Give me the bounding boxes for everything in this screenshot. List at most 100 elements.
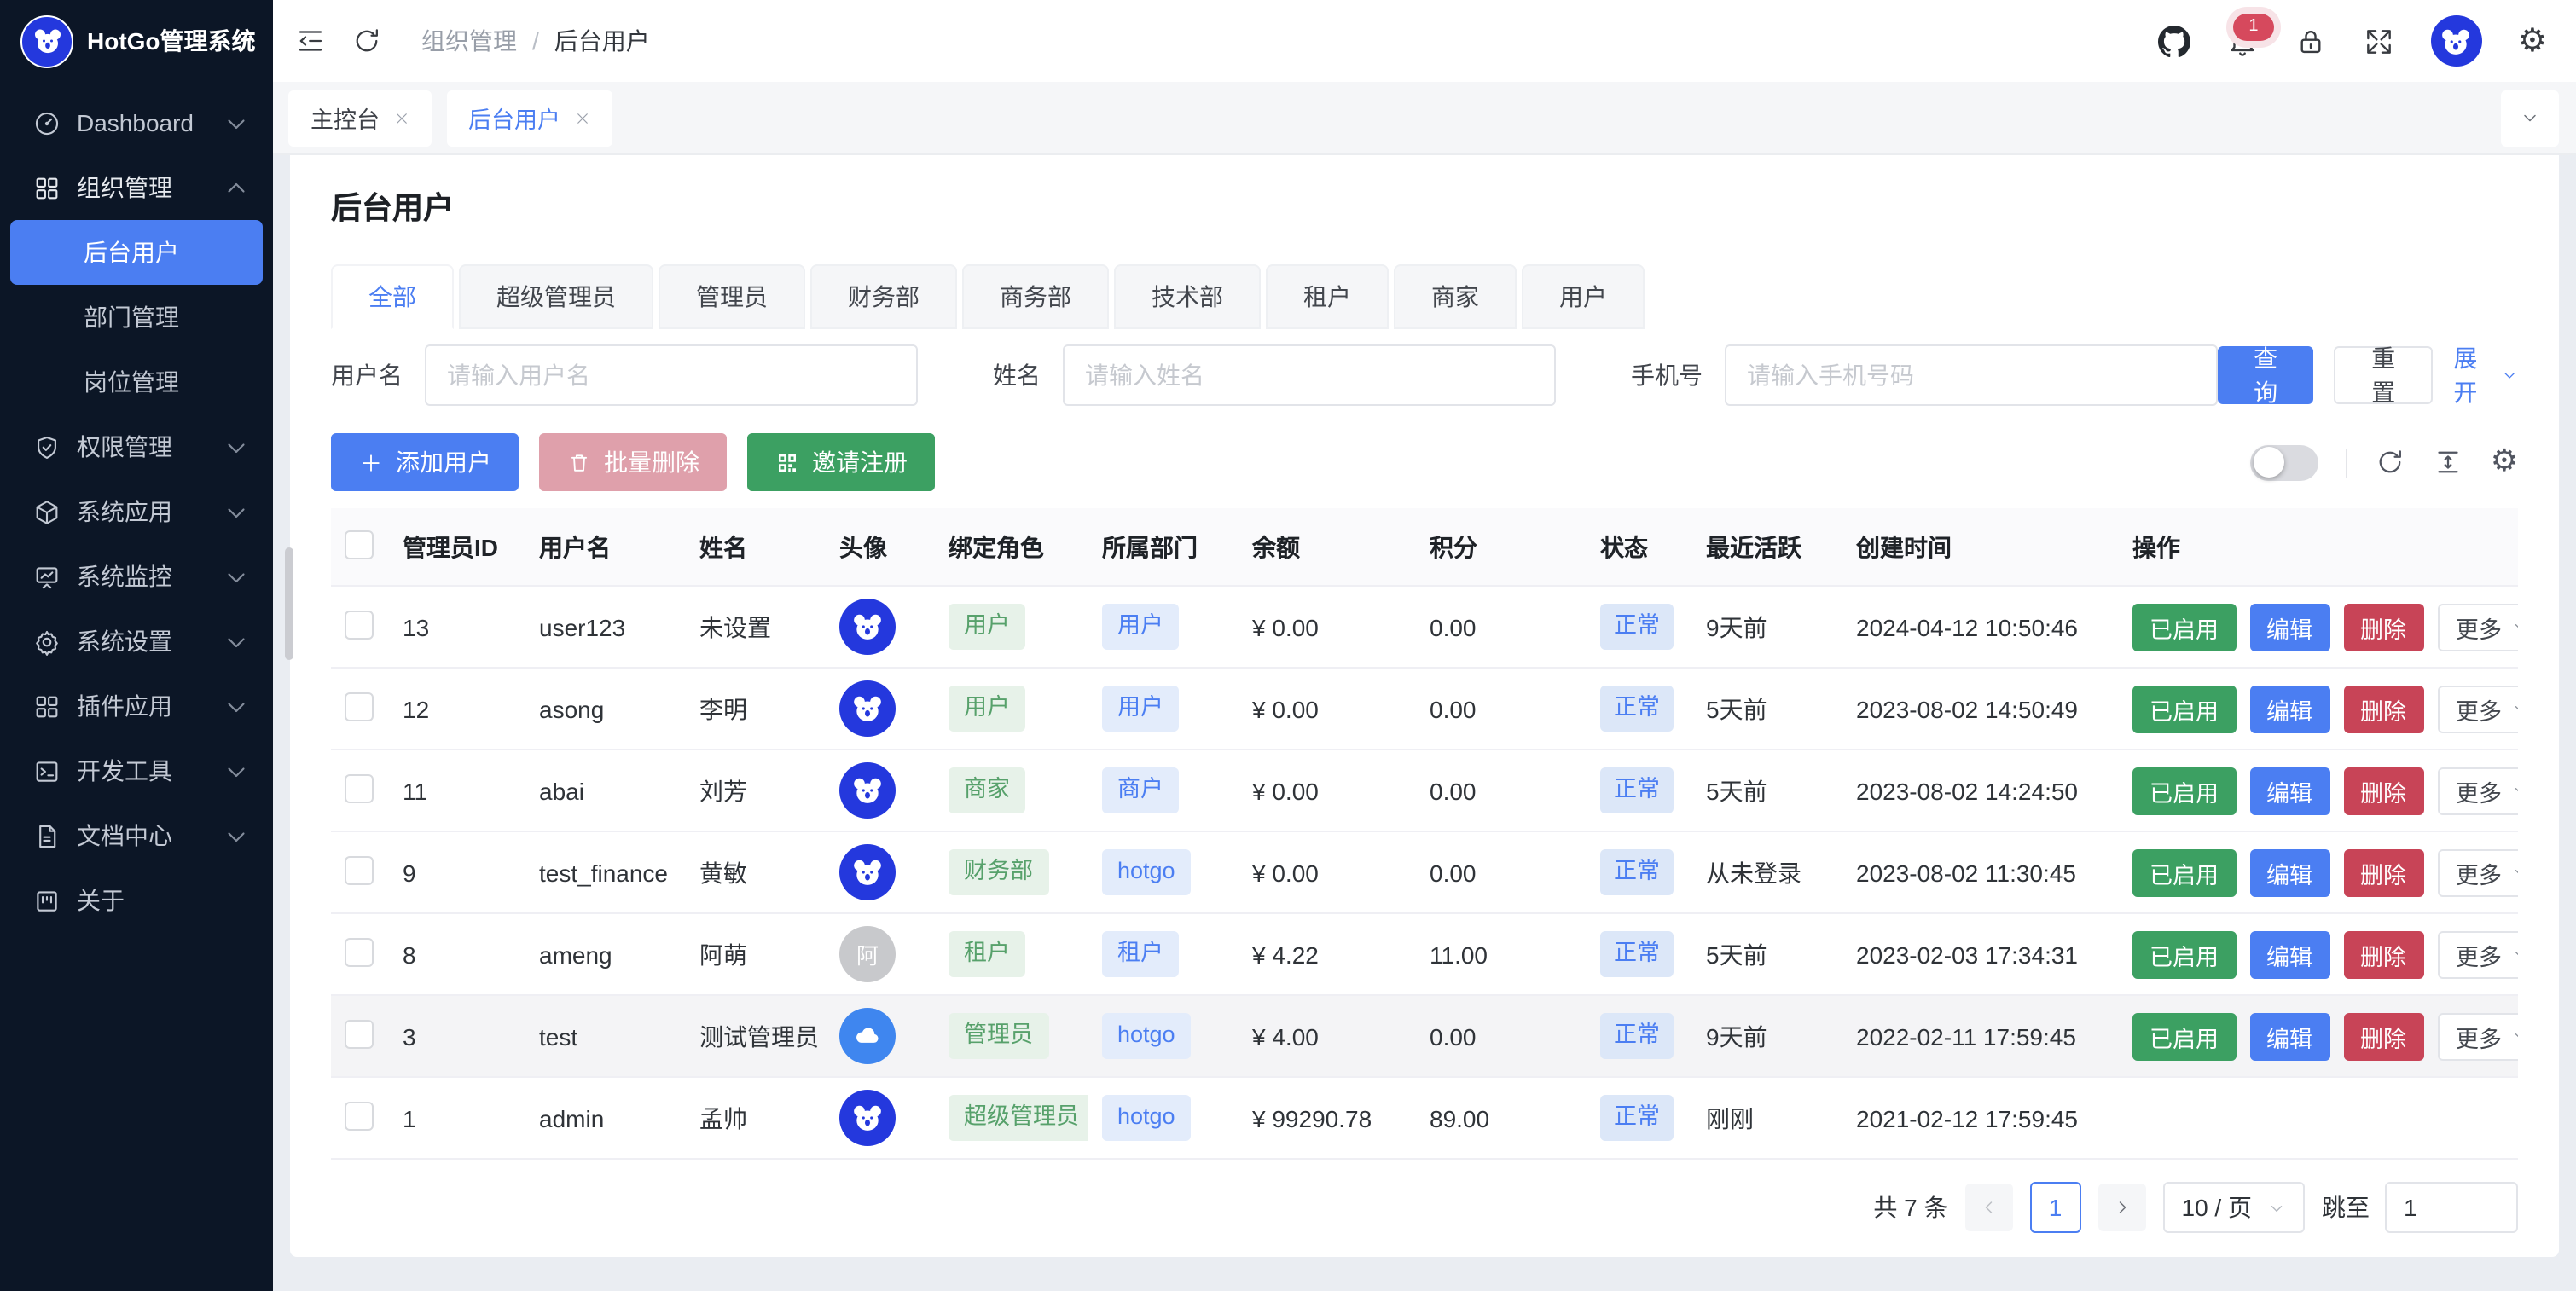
row-checkbox[interactable] [345,610,374,639]
role-tab-all[interactable]: 全部 [331,264,454,329]
select-all-checkbox[interactable] [345,530,374,559]
expand-filters-link[interactable]: 展开 [2453,341,2518,409]
add-user-button[interactable]: 添加用户 [331,433,519,491]
enabled-button[interactable]: 已启用 [2132,685,2236,732]
delete-button[interactable]: 删除 [2343,930,2423,978]
page-size-select[interactable]: 10 / 页 [2163,1182,2306,1233]
more-button[interactable]: 更多 [2437,767,2518,814]
chevron-down-icon [222,562,251,591]
enabled-button[interactable]: 已启用 [2132,767,2236,814]
search-button[interactable]: 查询 [2218,346,2313,404]
edit-button[interactable]: 编辑 [2249,848,2329,896]
page-number-1[interactable]: 1 [2030,1182,2081,1233]
dept-tag: hotgo [1102,850,1191,894]
chevron-down-icon [222,108,251,137]
batch-delete-button[interactable]: 批量删除 [539,433,727,491]
edit-button[interactable]: 编辑 [2249,930,2329,978]
role-tab-user[interactable]: 用户 [1522,264,1645,329]
delete-button[interactable]: 删除 [2343,603,2423,651]
app-root: HotGo管理系统 Dashboard 组织管理 后台用户 部门管理 岗位管理 [0,0,2576,1291]
role-tab-finance[interactable]: 财务部 [810,264,957,329]
github-icon[interactable] [2158,25,2190,57]
next-page-button[interactable] [2098,1184,2146,1231]
sidebar-item-organization[interactable]: 组织管理 [0,155,273,220]
row-checkbox[interactable] [345,855,374,884]
sidebar-item-plugins[interactable]: 插件应用 [0,674,273,738]
settings-gear-icon[interactable]: ⚙ [2518,25,2547,57]
close-icon[interactable] [574,110,589,125]
menu-fold-icon[interactable] [295,26,326,56]
fullscreen-icon[interactable] [2363,25,2395,57]
edit-button[interactable]: 编辑 [2249,767,2329,814]
prev-page-button[interactable] [1965,1184,2013,1231]
cloud-avatar [839,1008,896,1064]
striped-toggle[interactable] [2250,444,2318,480]
delete-button[interactable]: 删除 [2343,1012,2423,1060]
sidebar-item-departments[interactable]: 部门管理 [10,285,263,350]
sidebar-item-permissions[interactable]: 权限管理 [0,414,273,479]
page-tab-backend-users[interactable]: 后台用户 [446,90,612,146]
row-checkbox[interactable] [345,1019,374,1048]
enabled-button[interactable]: 已启用 [2132,848,2236,896]
row-checkbox[interactable] [345,773,374,802]
row-checkbox[interactable] [345,937,374,966]
role-tab-super-admin[interactable]: 超级管理员 [459,264,653,329]
enabled-button[interactable]: 已启用 [2132,930,2236,978]
edit-button[interactable]: 编辑 [2249,1012,2329,1060]
edit-button[interactable]: 编辑 [2249,685,2329,732]
edit-button[interactable]: 编辑 [2249,603,2329,651]
sidebar-item-about[interactable]: 关于 [0,868,273,933]
column-settings-gear-icon[interactable]: ⚙ [2491,447,2518,478]
more-button[interactable]: 更多 [2437,848,2518,896]
row-density-icon[interactable] [2433,447,2463,478]
sidebar-item-system-settings[interactable]: 系统设置 [0,609,273,674]
notification-bell-icon[interactable]: 1 [2226,25,2259,57]
sidebar-item-dev-tools[interactable]: 开发工具 [0,738,273,803]
sidebar-item-dashboard[interactable]: Dashboard [0,90,273,155]
lock-icon[interactable] [2295,25,2327,57]
delete-button[interactable]: 删除 [2343,767,2423,814]
enabled-button[interactable]: 已启用 [2132,1012,2236,1060]
sidebar-item-backend-users[interactable]: 后台用户 [10,220,263,285]
sidebar-item-system-apps[interactable]: 系统应用 [0,479,273,544]
more-button[interactable]: 更多 [2437,685,2518,732]
table-row: 11 abai 刘芳 商家 商户 ¥ 0.00 0.00 正常 5天前 2023… [331,750,2518,831]
sidebar-item-system-monitor[interactable]: 系统监控 [0,544,273,609]
enabled-button[interactable]: 已启用 [2132,603,2236,651]
status-badge: 正常 [1600,1014,1674,1058]
logo-row[interactable]: HotGo管理系统 [0,0,273,82]
col-points: 积分 [1416,508,1587,586]
jump-page-input[interactable] [2385,1182,2518,1233]
role-tab-business[interactable]: 商务部 [962,264,1109,329]
reset-button[interactable]: 重置 [2334,346,2433,404]
more-button[interactable]: 更多 [2437,603,2518,651]
topbar: 组织管理 / 后台用户 1 [273,0,2576,82]
username-filter-input[interactable] [425,344,918,406]
mobile-filter-input[interactable] [1725,344,2218,406]
sidebar-item-positions[interactable]: 岗位管理 [10,350,263,414]
reload-icon[interactable] [351,26,382,56]
tabs-collapse-button[interactable] [2501,90,2559,146]
role-tab-admin[interactable]: 管理员 [659,264,805,329]
realname-filter-input[interactable] [1063,344,1556,406]
status-badge: 正常 [1600,768,1674,813]
role-tab-tenant[interactable]: 租户 [1266,264,1389,329]
scrollbar-thumb[interactable] [285,547,293,660]
role-tab-merchant[interactable]: 商家 [1394,264,1517,329]
more-button[interactable]: 更多 [2437,930,2518,978]
delete-button[interactable]: 删除 [2343,848,2423,896]
close-icon[interactable] [393,110,409,125]
sidebar-item-docs[interactable]: 文档中心 [0,803,273,868]
invite-register-button[interactable]: 邀请注册 [747,433,935,491]
row-checkbox[interactable] [345,1101,374,1130]
breadcrumb-parent[interactable]: 组织管理 [421,24,517,58]
refresh-table-icon[interactable] [2375,447,2405,478]
delete-button[interactable]: 删除 [2343,685,2423,732]
dashboard-icon [32,108,61,137]
more-button[interactable]: 更多 [2437,1012,2518,1060]
letter-avatar: 阿 [839,926,896,982]
role-tab-tech[interactable]: 技术部 [1114,264,1261,329]
row-checkbox[interactable] [345,692,374,721]
page-tab-console[interactable]: 主控台 [288,90,431,146]
user-avatar[interactable] [2431,15,2482,67]
